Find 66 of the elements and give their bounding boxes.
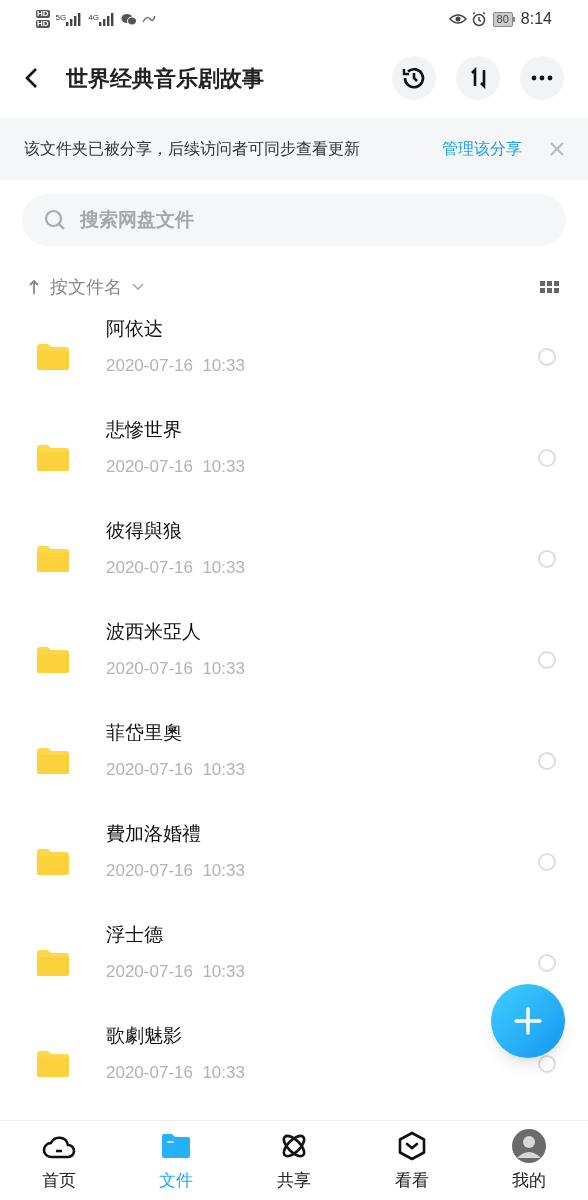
back-icon[interactable] xyxy=(24,67,40,89)
folder-icon xyxy=(36,544,70,573)
folder-icon xyxy=(36,1049,70,1078)
avatar-icon xyxy=(511,1127,548,1164)
nav-tab[interactable]: 看看 xyxy=(352,1121,471,1200)
more-button[interactable] xyxy=(520,56,564,100)
sort-button[interactable] xyxy=(456,56,500,100)
modified-date: 2020-07-16 10:33 xyxy=(106,1062,246,1084)
modified-date: 2020-07-16 10:33 xyxy=(106,355,246,377)
hd-label: HD xyxy=(36,20,50,28)
folder-icon xyxy=(36,342,70,371)
alarm-icon xyxy=(470,11,487,27)
modified-date: 2020-07-16 10:33 xyxy=(106,456,246,478)
more-icon xyxy=(531,75,553,81)
search-field[interactable]: 搜索网盘文件 xyxy=(22,194,566,246)
signal-icon xyxy=(66,12,83,26)
share-notice: 该文件夹已被分享，后续访问者可同步查看更新 xyxy=(24,139,361,159)
modified-date: 2020-07-16 10:33 xyxy=(106,759,246,781)
sort-label[interactable]: 按文件名 xyxy=(50,273,122,301)
grid-view-icon[interactable] xyxy=(540,281,560,293)
folder-name: 悲慘世界 xyxy=(106,417,183,442)
arrow-up-icon xyxy=(28,279,40,295)
select-checkbox[interactable] xyxy=(538,953,556,972)
clock: 8:14 xyxy=(520,9,552,29)
add-button[interactable] xyxy=(491,984,565,1058)
hexagon-icon xyxy=(396,1130,427,1161)
folder-icon xyxy=(36,746,70,775)
folder-icon xyxy=(36,645,70,674)
chevron-down-icon[interactable] xyxy=(132,283,144,291)
folder-name: 歌劇魅影 xyxy=(106,1023,183,1048)
select-checkbox[interactable] xyxy=(538,852,556,871)
plus-icon xyxy=(514,1007,542,1035)
hd-label: HD xyxy=(36,10,50,18)
history-icon xyxy=(401,65,427,91)
select-checkbox[interactable] xyxy=(538,650,556,669)
folder-icon xyxy=(160,1131,193,1160)
nav-tab[interactable]: 首页 xyxy=(0,1121,118,1200)
folder-icon xyxy=(36,847,70,876)
modified-date: 2020-07-16 10:33 xyxy=(106,860,246,882)
select-checkbox[interactable] xyxy=(538,751,556,770)
chat-icon xyxy=(120,12,137,26)
network-label: 4G xyxy=(88,12,99,24)
folder-name: 費加洛婚禮 xyxy=(106,821,202,846)
folder-name: 波西米亞人 xyxy=(106,619,202,644)
nav-tab[interactable]: 共享 xyxy=(235,1121,353,1200)
select-checkbox[interactable] xyxy=(538,347,556,366)
close-icon[interactable] xyxy=(550,142,564,156)
nav-tab[interactable]: 我的 xyxy=(470,1121,588,1200)
select-checkbox[interactable] xyxy=(538,448,556,467)
folder-name: 阿依达 xyxy=(106,316,164,341)
folder-name: 彼得與狼 xyxy=(106,518,183,543)
folder-name: 浮士德 xyxy=(106,922,164,947)
history-button[interactable] xyxy=(392,56,436,100)
battery-icon: 80 xyxy=(492,11,515,27)
folder-title: 世界经典音乐剧故事 xyxy=(66,64,265,93)
folder-icon xyxy=(36,443,70,472)
folder-icon xyxy=(36,948,70,977)
signal-icon xyxy=(98,12,115,26)
search-icon xyxy=(44,209,66,231)
select-checkbox[interactable] xyxy=(538,549,556,568)
network-label: 5G xyxy=(55,12,67,24)
folder-name: 菲岱里奧 xyxy=(106,720,183,745)
modified-date: 2020-07-16 10:33 xyxy=(106,961,246,983)
eye-icon xyxy=(448,13,467,25)
modified-date: 2020-07-16 10:33 xyxy=(106,658,246,680)
modified-date: 2020-07-16 10:33 xyxy=(106,557,246,579)
